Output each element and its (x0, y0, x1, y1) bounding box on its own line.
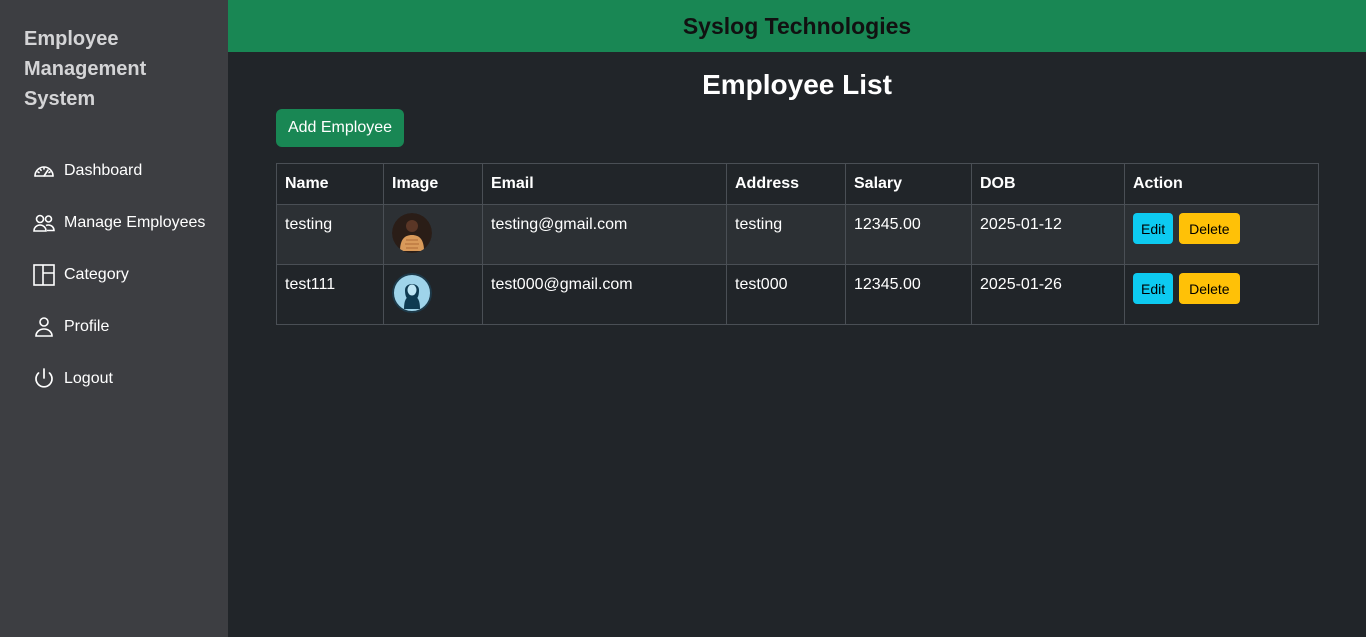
cell-address: testing (726, 204, 846, 265)
edit-button[interactable]: Edit (1133, 213, 1174, 244)
delete-button[interactable]: Delete (1179, 213, 1240, 244)
cell-image (383, 264, 483, 325)
cell-name: testing (276, 204, 384, 265)
edit-button[interactable]: Edit (1133, 273, 1174, 304)
column-header-salary: Salary (845, 163, 972, 205)
sidebar-item-dashboard[interactable]: Dashboard (0, 145, 228, 197)
column-header-email: Email (482, 163, 727, 205)
category-icon (31, 262, 57, 288)
person-icon (31, 314, 57, 340)
cell-dob: 2025-01-12 (971, 204, 1125, 265)
table-header-row: Name Image Email Address Salary DOB Acti… (276, 163, 1319, 205)
sidebar-item-label: Dashboard (64, 162, 143, 179)
employee-avatar-placeholder (392, 273, 432, 313)
column-header-action: Action (1124, 163, 1319, 205)
cell-action: Edit Delete (1124, 204, 1319, 265)
cell-dob: 2025-01-26 (971, 264, 1125, 325)
delete-button[interactable]: Delete (1179, 273, 1240, 304)
sidebar-item-label: Profile (64, 318, 110, 335)
dashboard-icon (31, 158, 57, 184)
sidebar-item-profile[interactable]: Profile (0, 301, 228, 353)
sidebar-item-label: Category (64, 266, 129, 283)
column-header-name: Name (276, 163, 384, 205)
sidebar-item-logout[interactable]: Logout (0, 353, 228, 405)
employee-table-container: Name Image Email Address Salary DOB Acti… (276, 163, 1319, 325)
table-row: testing testing@gmail.com testing 12345.… (276, 204, 1319, 265)
table-row: test111 test000@gmail.com test000 12345.… (276, 264, 1319, 325)
cell-email: test000@gmail.com (482, 264, 727, 325)
cell-address: test000 (726, 264, 846, 325)
employee-table: Name Image Email Address Salary DOB Acti… (276, 163, 1319, 325)
cell-name: test111 (276, 264, 384, 325)
column-header-dob: DOB (971, 163, 1125, 205)
cell-salary: 12345.00 (845, 264, 972, 325)
sidebar-item-manage-employees[interactable]: Manage Employees (0, 197, 228, 249)
top-header: Syslog Technologies (228, 0, 1366, 52)
page-title: Employee List (702, 69, 892, 100)
cell-image (383, 204, 483, 265)
column-header-image: Image (383, 163, 483, 205)
sidebar-item-label: Manage Employees (64, 214, 206, 231)
cell-action: Edit Delete (1124, 264, 1319, 325)
company-title: Syslog Technologies (682, 12, 912, 39)
employee-photo (392, 213, 432, 253)
add-employee-button[interactable]: Add Employee (276, 109, 404, 147)
power-icon (31, 366, 57, 392)
cell-email: testing@gmail.com (482, 204, 727, 265)
people-icon (31, 210, 57, 236)
cell-salary: 12345.00 (845, 204, 972, 265)
sidebar-nav: Dashboard Manage Employees Category Prof… (0, 145, 228, 405)
sidebar: Employee Management System Dashboard Man… (0, 0, 228, 637)
sidebar-item-category[interactable]: Category (0, 249, 228, 301)
sidebar-item-label: Logout (64, 370, 113, 387)
brand-title: Employee Management System (24, 28, 147, 110)
column-header-address: Address (726, 163, 846, 205)
